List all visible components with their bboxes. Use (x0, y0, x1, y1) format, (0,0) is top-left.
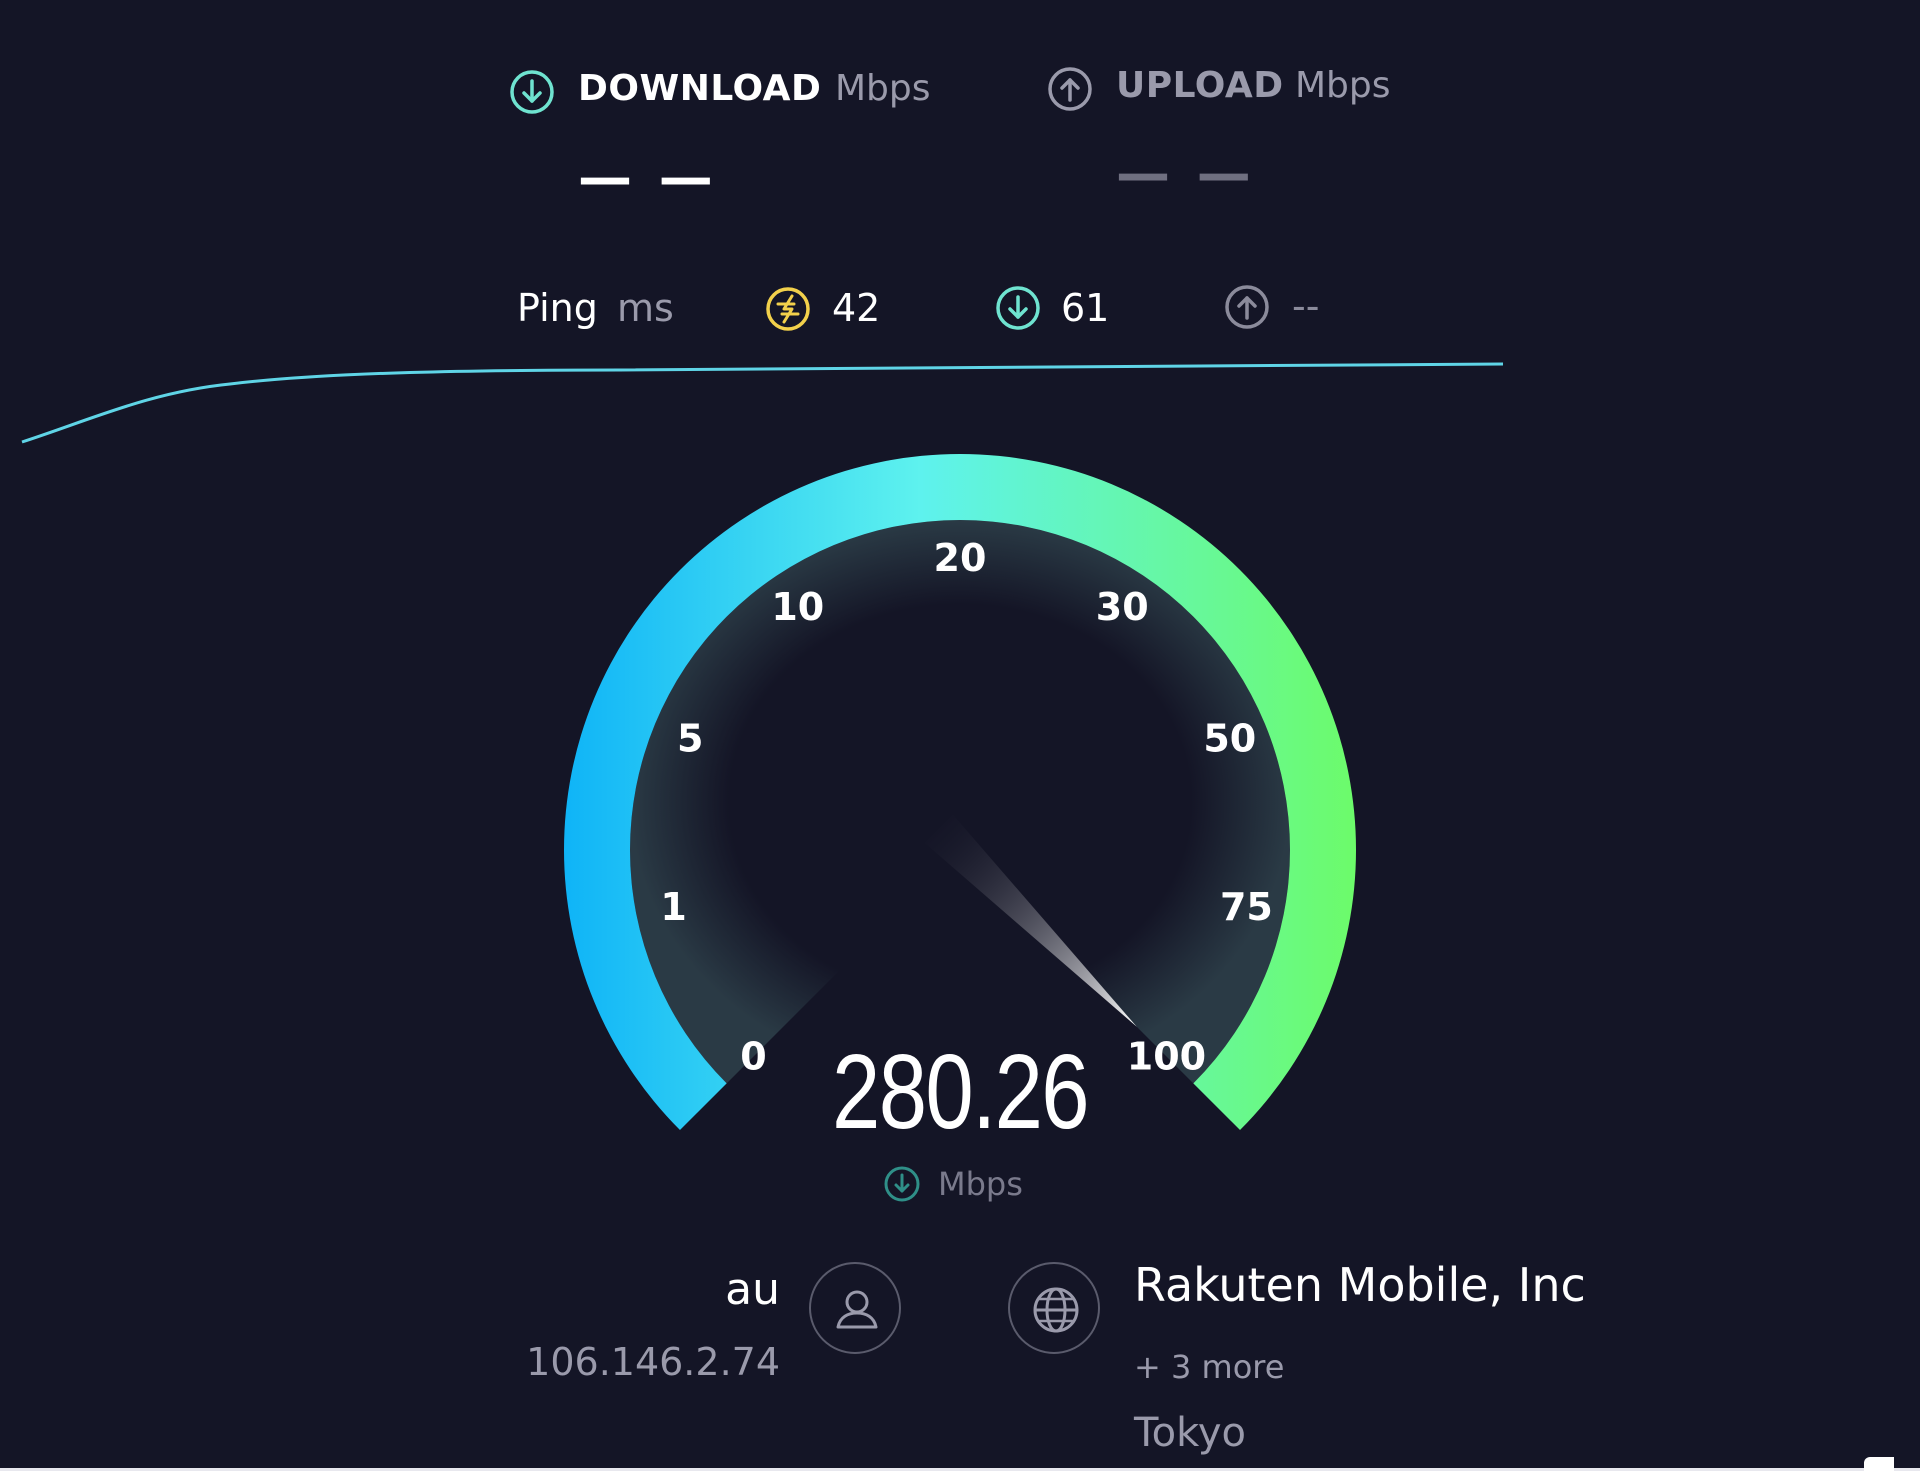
gauge-scale-label: 30 (1096, 585, 1149, 629)
ping-idle-icon (766, 287, 810, 331)
speed-value: 280.26 (831, 1033, 1090, 1151)
download-value: — — (578, 146, 717, 209)
ad-choices-icon[interactable] (1864, 1457, 1894, 1471)
ping-unit: ms (617, 286, 674, 330)
gauge-scale-label: 10 (771, 585, 824, 629)
isp-name: au (725, 1264, 780, 1315)
ping-download-icon (996, 286, 1040, 330)
server-more-link[interactable]: + 3 more (1134, 1348, 1284, 1386)
upload-label: UPLOAD (1116, 65, 1284, 106)
upload-value: — — (1116, 142, 1255, 205)
server-location: Tokyo (1134, 1410, 1246, 1456)
ping-upload-value: -- (1292, 284, 1320, 328)
isp-button[interactable] (809, 1262, 901, 1354)
speed-unit-download-icon (884, 1166, 920, 1202)
upload-arrow-icon (1048, 67, 1092, 111)
ping-label: Ping (517, 286, 598, 330)
gauge-scale-label: 1 (660, 885, 686, 929)
ping-idle-value: 42 (832, 286, 881, 330)
speed-readout: 280.26 (760, 1032, 1160, 1153)
download-unit: Mbps (835, 68, 931, 109)
speedtest-stage: DOWNLOAD Mbps — — UPLOAD Mbps — — Ping m… (0, 0, 1920, 1471)
isp-ip: 106.146.2.74 (526, 1340, 780, 1384)
download-label: DOWNLOAD (578, 68, 822, 109)
speed-unit: Mbps (938, 1165, 1023, 1203)
ping-upload-icon (1225, 285, 1269, 329)
gauge-scale-label: 75 (1220, 885, 1273, 929)
ping-download-value: 61 (1061, 286, 1110, 330)
upload-unit: Mbps (1295, 65, 1391, 106)
gauge-scale-label: 50 (1203, 716, 1256, 760)
download-arrow-icon (510, 70, 554, 114)
gauge-scale-label: 20 (934, 536, 987, 580)
server-button[interactable] (1008, 1262, 1100, 1354)
globe-icon (1033, 1287, 1079, 1333)
gauge-scale-label: 5 (677, 716, 703, 760)
server-name[interactable]: Rakuten Mobile, Inc (1134, 1258, 1586, 1312)
user-icon (836, 1290, 878, 1329)
